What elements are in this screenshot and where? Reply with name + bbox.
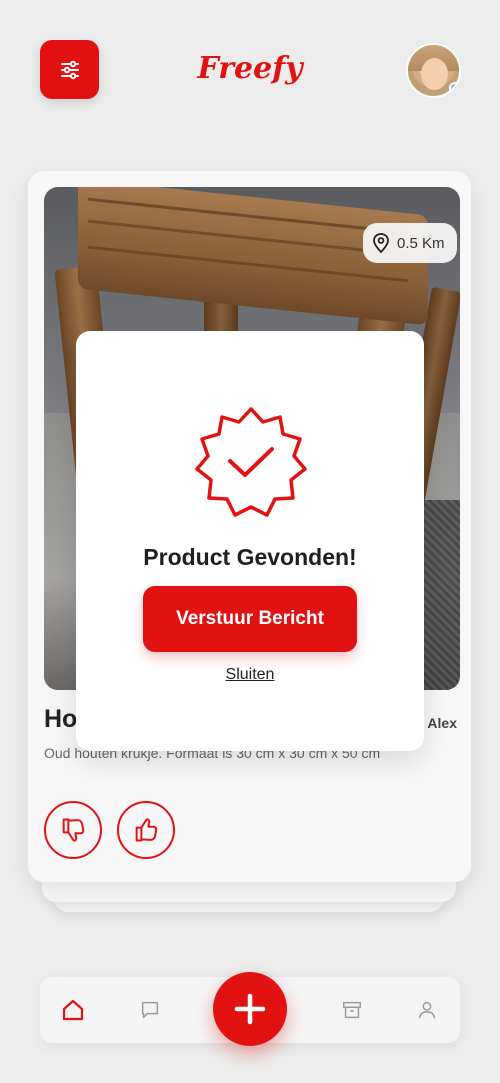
verified-badge-icon (195, 407, 307, 517)
send-message-button[interactable]: Verstuur Bericht (143, 586, 357, 652)
home-icon (62, 999, 84, 1021)
sliders-icon (60, 60, 79, 79)
location-pin-icon (373, 233, 389, 254)
add-product-button[interactable] (213, 972, 287, 1046)
distance-badge: 0.5 Km (363, 223, 457, 263)
plus-icon (234, 993, 266, 1025)
archive-icon (343, 1001, 361, 1019)
avatar[interactable] (406, 43, 461, 98)
nav-home[interactable] (58, 995, 88, 1025)
profile-icon (418, 1001, 436, 1019)
logo-text: Freefy (196, 51, 305, 86)
modal-heading: Product Gevonden! (143, 544, 357, 570)
owner-name[interactable]: Alex (427, 715, 457, 731)
dislike-button[interactable] (44, 801, 102, 859)
verified-dot (449, 82, 459, 94)
nav-archive[interactable] (337, 995, 367, 1025)
product-found-modal: Product Gevonden! Verstuur Bericht Sluit… (76, 331, 424, 751)
filter-button[interactable] (40, 40, 99, 99)
nav-profile[interactable] (412, 995, 442, 1025)
thumbs-up-icon (135, 818, 158, 842)
chat-icon (141, 1001, 159, 1019)
distance-text: 0.5 Km (397, 234, 445, 252)
thumbs-down-icon (62, 818, 85, 842)
like-button[interactable] (117, 801, 175, 859)
nav-chat[interactable] (135, 995, 165, 1025)
freefy-logo: Freefy (196, 51, 305, 86)
close-link[interactable]: Sluiten (76, 666, 424, 684)
